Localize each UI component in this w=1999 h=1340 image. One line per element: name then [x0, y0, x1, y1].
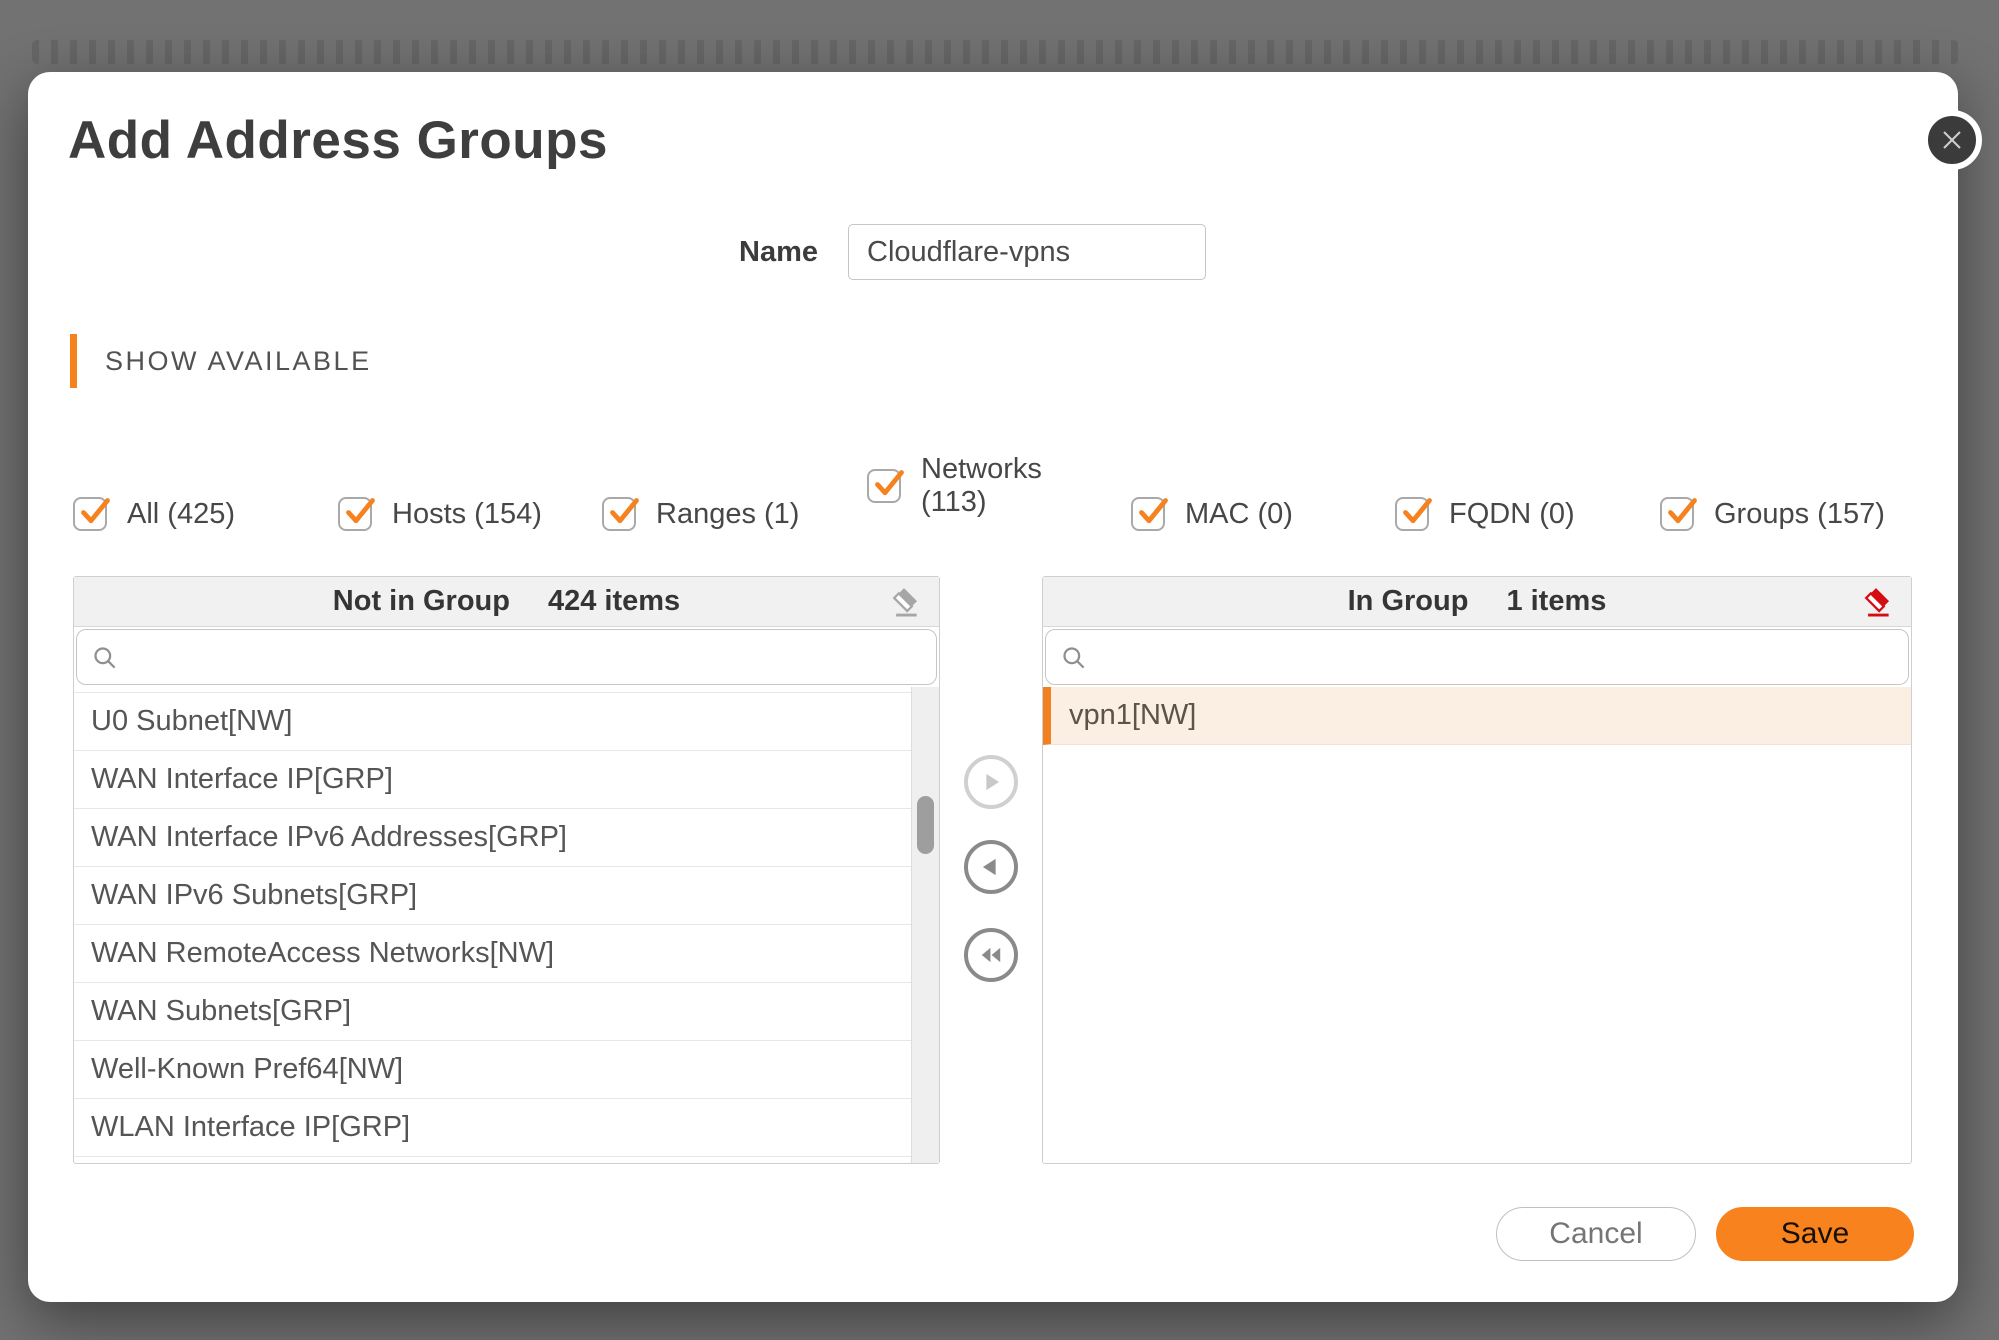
- list-item[interactable]: WAN RemoteAccess Networks[NW]: [74, 925, 911, 983]
- list-item[interactable]: WAN IPv6 Subnets[GRP]: [74, 867, 911, 925]
- filter-label: All (425): [127, 498, 235, 531]
- list-item[interactable]: Well-Known Pref64[NW]: [74, 1041, 911, 1099]
- section-accent-bar: [70, 334, 77, 388]
- checkbox-checked-icon[interactable]: [867, 469, 901, 503]
- filter-groups[interactable]: Groups (157): [1660, 480, 1885, 548]
- filter-label: Groups (157): [1714, 498, 1885, 531]
- panel-title: Not in Group: [333, 585, 510, 618]
- type-filter-row: All (425) Hosts (154) Ranges (1) Network…: [28, 480, 1958, 590]
- scrollbar-track[interactable]: [911, 687, 939, 1163]
- list-item[interactable]: U0 Subnet[NW]: [74, 693, 911, 751]
- filter-hosts[interactable]: Hosts (154): [338, 480, 542, 548]
- in-group-panel: In Group 1 items vpn1[NW]: [1042, 576, 1912, 1164]
- list-item-selected[interactable]: vpn1[NW]: [1043, 687, 1911, 745]
- checkbox-checked-icon[interactable]: [602, 497, 636, 531]
- close-icon: [1940, 128, 1964, 152]
- list-item[interactable]: WAN Interface IPv6 Addresses[GRP]: [74, 809, 911, 867]
- show-available-label: SHOW AVAILABLE: [105, 346, 372, 377]
- in-group-header: In Group 1 items: [1043, 577, 1911, 627]
- list-item[interactable]: WLAN Interface IP[GRP]: [74, 1099, 911, 1157]
- filter-label: FQDN (0): [1449, 498, 1575, 531]
- show-available-section: SHOW AVAILABLE: [70, 334, 372, 388]
- search-icon: [91, 644, 118, 671]
- scrollbar-thumb[interactable]: [917, 796, 934, 854]
- save-button[interactable]: Save: [1716, 1207, 1914, 1261]
- checkbox-checked-icon[interactable]: [73, 497, 107, 531]
- panel-item-count: 1 items: [1506, 585, 1606, 618]
- search-input[interactable]: [118, 630, 936, 684]
- panel-item-count: 424 items: [548, 585, 680, 618]
- arrow-left-icon: [976, 852, 1006, 882]
- add-address-groups-dialog: Add Address Groups Name SHOW AVAILABLE A…: [28, 72, 1958, 1302]
- list-item[interactable]: WAN Interface IP[GRP]: [74, 751, 911, 809]
- filter-label: Hosts (154): [392, 498, 542, 531]
- arrow-right-icon: [976, 767, 1006, 797]
- not-in-group-list: U0 Subnet[NW] WAN Interface IP[GRP] WAN …: [74, 687, 939, 1163]
- move-all-left-button[interactable]: [964, 928, 1018, 982]
- checkbox-checked-icon[interactable]: [1131, 497, 1165, 531]
- filter-label: Networks (113): [921, 453, 1055, 520]
- filter-label: MAC (0): [1185, 498, 1293, 531]
- name-input[interactable]: [848, 224, 1206, 280]
- move-right-button[interactable]: [964, 755, 1018, 809]
- filter-all[interactable]: All (425): [73, 480, 235, 548]
- not-in-group-search: [76, 629, 937, 685]
- in-group-list: vpn1[NW]: [1043, 687, 1911, 1163]
- close-button[interactable]: [1922, 110, 1982, 170]
- filter-label: Ranges (1): [656, 498, 799, 531]
- checkbox-checked-icon[interactable]: [338, 497, 372, 531]
- filter-networks[interactable]: Networks (113): [867, 452, 1055, 520]
- move-left-button[interactable]: [964, 840, 1018, 894]
- cancel-button[interactable]: Cancel: [1496, 1207, 1696, 1261]
- in-group-search: [1045, 629, 1909, 685]
- filter-mac[interactable]: MAC (0): [1131, 480, 1293, 548]
- filter-ranges[interactable]: Ranges (1): [602, 480, 799, 548]
- name-label: Name: [608, 224, 818, 280]
- clear-list-eraser-icon[interactable]: [1861, 585, 1895, 619]
- not-in-group-panel: Not in Group 424 items U0 Subnet[NW]: [73, 576, 940, 1164]
- not-in-group-header: Not in Group 424 items: [74, 577, 939, 627]
- checkbox-checked-icon[interactable]: [1395, 497, 1429, 531]
- search-input[interactable]: [1087, 630, 1908, 684]
- dialog-title: Add Address Groups: [68, 110, 608, 171]
- background-app-blur: [32, 40, 1959, 64]
- clear-list-eraser-icon[interactable]: [889, 585, 923, 619]
- search-icon: [1060, 644, 1087, 671]
- checkbox-checked-icon[interactable]: [1660, 497, 1694, 531]
- list-item[interactable]: WAN Subnets[GRP]: [74, 983, 911, 1041]
- filter-fqdn[interactable]: FQDN (0): [1395, 480, 1575, 548]
- panel-title: In Group: [1348, 585, 1469, 618]
- double-arrow-left-icon: [976, 940, 1006, 970]
